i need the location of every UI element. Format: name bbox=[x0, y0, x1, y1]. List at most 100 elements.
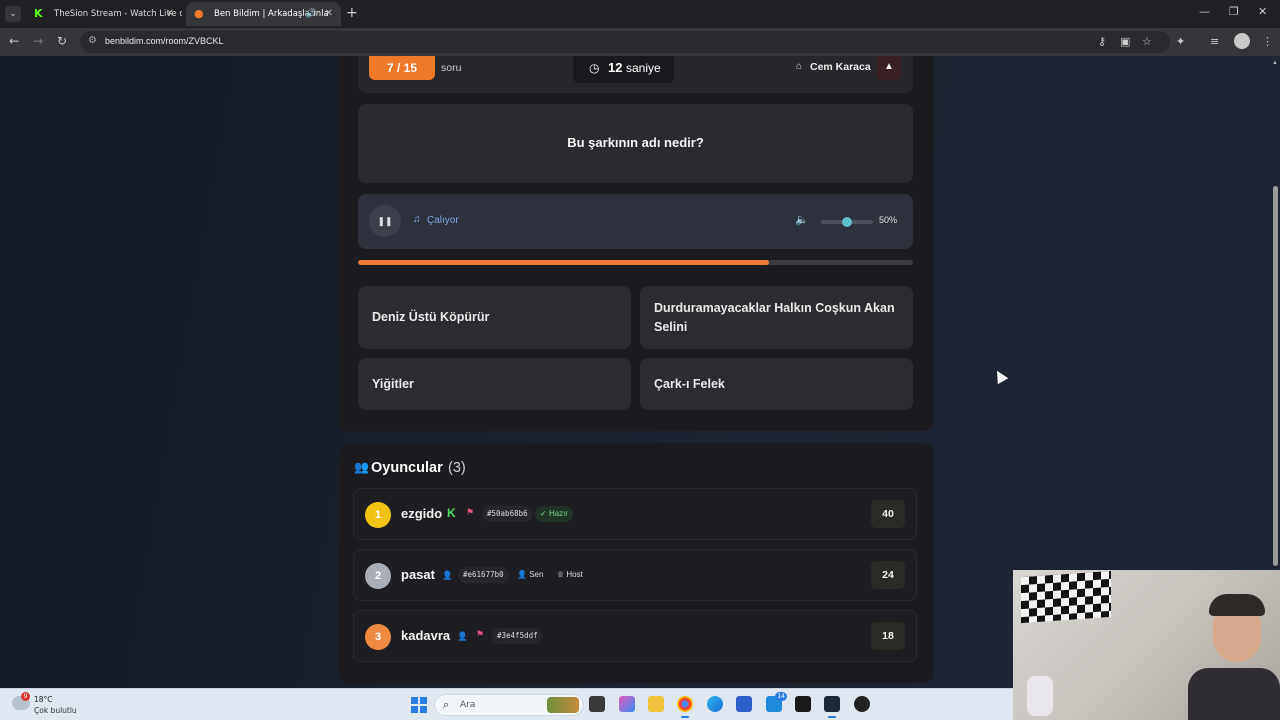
search-highlight-image bbox=[547, 697, 579, 713]
user-icon: 👤 bbox=[442, 570, 453, 580]
bookmark-star-icon[interactable]: ☆ bbox=[1142, 35, 1152, 48]
tab-thesion-stream[interactable]: K TheSion Stream - Watch Live on ✕ bbox=[26, 2, 182, 26]
player-row: 3 kadavra 👤 ⚑ #3e4f5ddf 18 bbox=[353, 610, 917, 662]
media-controls-icon[interactable]: ≡ bbox=[1210, 35, 1219, 48]
users-icon: 👥 bbox=[354, 460, 369, 474]
task-view-icon[interactable] bbox=[589, 696, 605, 712]
mouse-cursor-icon bbox=[991, 367, 1009, 385]
back-icon[interactable]: ← bbox=[9, 34, 19, 48]
mail-badge: 14 bbox=[775, 692, 787, 701]
answer-option-3[interactable]: Yiğitler bbox=[358, 358, 631, 410]
restore-icon[interactable]: ❐ bbox=[1229, 5, 1239, 18]
timer-value: 12 bbox=[608, 60, 623, 75]
chrome-icon[interactable] bbox=[677, 696, 693, 718]
ready-status-text: Hazır bbox=[548, 509, 569, 518]
player-score: 40 bbox=[871, 500, 905, 528]
volume-slider[interactable] bbox=[821, 217, 873, 227]
search-icon: ⌕ bbox=[443, 698, 450, 711]
url-text[interactable]: benbildim.com/room/ZVBCKL bbox=[105, 36, 224, 46]
reload-icon[interactable]: ↻ bbox=[57, 34, 67, 48]
player-name: pasat bbox=[401, 567, 435, 582]
pause-button[interactable]: ❚❚ bbox=[369, 205, 401, 237]
close-tab-icon[interactable]: ✕ bbox=[325, 2, 333, 26]
terminal-icon[interactable] bbox=[795, 696, 811, 712]
timer-unit: saniye bbox=[626, 61, 661, 75]
temperature[interactable]: 18°C bbox=[34, 695, 53, 704]
user-icon: 👤 bbox=[457, 631, 468, 641]
store-icon[interactable] bbox=[736, 696, 752, 712]
speaker-icon[interactable]: 🔊 bbox=[306, 2, 317, 26]
timer: ◷ 12 saniye bbox=[573, 56, 674, 83]
close-tab-icon[interactable]: ✕ bbox=[166, 2, 174, 26]
volume-icon[interactable]: 🔈 bbox=[795, 213, 809, 226]
browser-toolbar: ← → ↻ ⚙ benbildim.com/room/ZVBCKL ⚷ ▣ ☆ … bbox=[0, 28, 1280, 56]
report-button[interactable]: ▲ bbox=[877, 56, 901, 80]
menu-dots-icon[interactable]: ⋮ bbox=[1262, 35, 1273, 48]
player-id: #3e4f5ddf bbox=[492, 628, 543, 644]
answer-option-1[interactable]: Deniz Üstü Köpürür bbox=[358, 286, 631, 349]
close-window-icon[interactable]: ✕ bbox=[1258, 5, 1267, 18]
steam-icon[interactable] bbox=[824, 696, 840, 718]
clock-icon: ◷ bbox=[589, 61, 600, 75]
host-badge: ♕ Host bbox=[552, 567, 588, 583]
forward-icon[interactable]: → bbox=[33, 34, 43, 48]
kick-icon: K bbox=[34, 7, 43, 20]
streamer-hair bbox=[1209, 594, 1265, 616]
volume-slider-handle[interactable] bbox=[842, 217, 852, 227]
mail-icon[interactable]: 14 bbox=[766, 692, 787, 712]
extensions-icon[interactable]: ✦ bbox=[1176, 35, 1185, 48]
player-id: #e61677b0 bbox=[458, 567, 509, 583]
music-note-icon: ♫ bbox=[413, 214, 421, 225]
playback-status: Çalıyor bbox=[427, 215, 459, 226]
taskbar-search[interactable]: ⌕ Ara bbox=[434, 694, 584, 716]
tab-title: TheSion Stream - Watch Live on bbox=[54, 9, 182, 19]
profile-avatar[interactable] bbox=[1234, 33, 1250, 49]
answer-option-2[interactable]: Durduramayacaklar Halkın Coşkun Akan Sel… bbox=[640, 286, 913, 349]
app-icon[interactable] bbox=[854, 696, 870, 712]
site-info-icon[interactable]: ⚙ bbox=[88, 35, 97, 46]
password-key-icon[interactable]: ⚷ bbox=[1098, 35, 1106, 48]
benbildim-icon: ● bbox=[194, 7, 204, 20]
kick-user-icon[interactable]: ⚑ bbox=[476, 629, 484, 640]
players-count: (3) bbox=[448, 460, 466, 476]
question-header: 7 / 15 soru ◷ 12 saniye ⌂ Cem Karaca ▲ bbox=[358, 56, 913, 93]
player-row: 1 ezgido K ⚑ #50ab68b6 ✓ Hazır 40 bbox=[353, 488, 917, 540]
tab-ben-bildim[interactable]: ● Ben Bildim | Arkadaşlarınla 🔊 ✕ bbox=[186, 2, 341, 26]
question-label: soru bbox=[441, 62, 462, 74]
question-box: Bu şarkının adı nedir? bbox=[358, 104, 913, 183]
new-tab-button[interactable]: + bbox=[346, 5, 358, 21]
player-id: #50ab68b6 bbox=[482, 506, 533, 522]
time-progress-bar bbox=[358, 260, 913, 265]
file-explorer-icon[interactable] bbox=[648, 696, 664, 712]
tab-search-button[interactable]: ⌄ bbox=[5, 6, 21, 22]
scrollbar-thumb[interactable] bbox=[1273, 186, 1278, 566]
time-progress-fill bbox=[358, 260, 769, 265]
streamer-shirt bbox=[1188, 668, 1280, 720]
figurine bbox=[1027, 676, 1053, 716]
notification-badge: 9 bbox=[21, 692, 30, 701]
you-badge: 👤 Sen bbox=[512, 567, 548, 583]
players-title: Oyuncular bbox=[371, 460, 443, 476]
checkered-flag bbox=[1021, 570, 1111, 624]
warning-icon: ▲ bbox=[884, 61, 894, 72]
you-label: Sen bbox=[529, 570, 544, 579]
copilot-icon[interactable] bbox=[619, 696, 635, 712]
kick-user-icon[interactable]: ⚑ bbox=[466, 507, 474, 518]
webcam-overlay bbox=[1013, 570, 1280, 720]
edge-icon[interactable] bbox=[707, 696, 723, 712]
user-icon: 👤 bbox=[517, 570, 530, 579]
minimize-icon[interactable]: — bbox=[1199, 5, 1210, 18]
volume-percent: 50% bbox=[879, 215, 898, 225]
install-app-icon[interactable]: ▣ bbox=[1120, 35, 1130, 48]
rank-badge: 1 bbox=[365, 502, 391, 528]
answer-option-4[interactable]: Çark-ı Felek bbox=[640, 358, 913, 410]
windows-start-icon[interactable] bbox=[411, 697, 427, 713]
player-score: 24 bbox=[871, 561, 905, 589]
player-name: kadavra bbox=[401, 628, 451, 643]
scroll-up-arrow-icon[interactable]: ▲ bbox=[1272, 60, 1278, 66]
player-score: 18 bbox=[871, 622, 905, 650]
crown-icon: ♕ bbox=[557, 570, 567, 579]
search-placeholder: Ara bbox=[460, 700, 476, 710]
weather-description[interactable]: Çok bulutlu bbox=[34, 706, 77, 715]
address-bar[interactable]: ⚙ benbildim.com/room/ZVBCKL ⚷ ▣ ☆ bbox=[80, 31, 1170, 53]
